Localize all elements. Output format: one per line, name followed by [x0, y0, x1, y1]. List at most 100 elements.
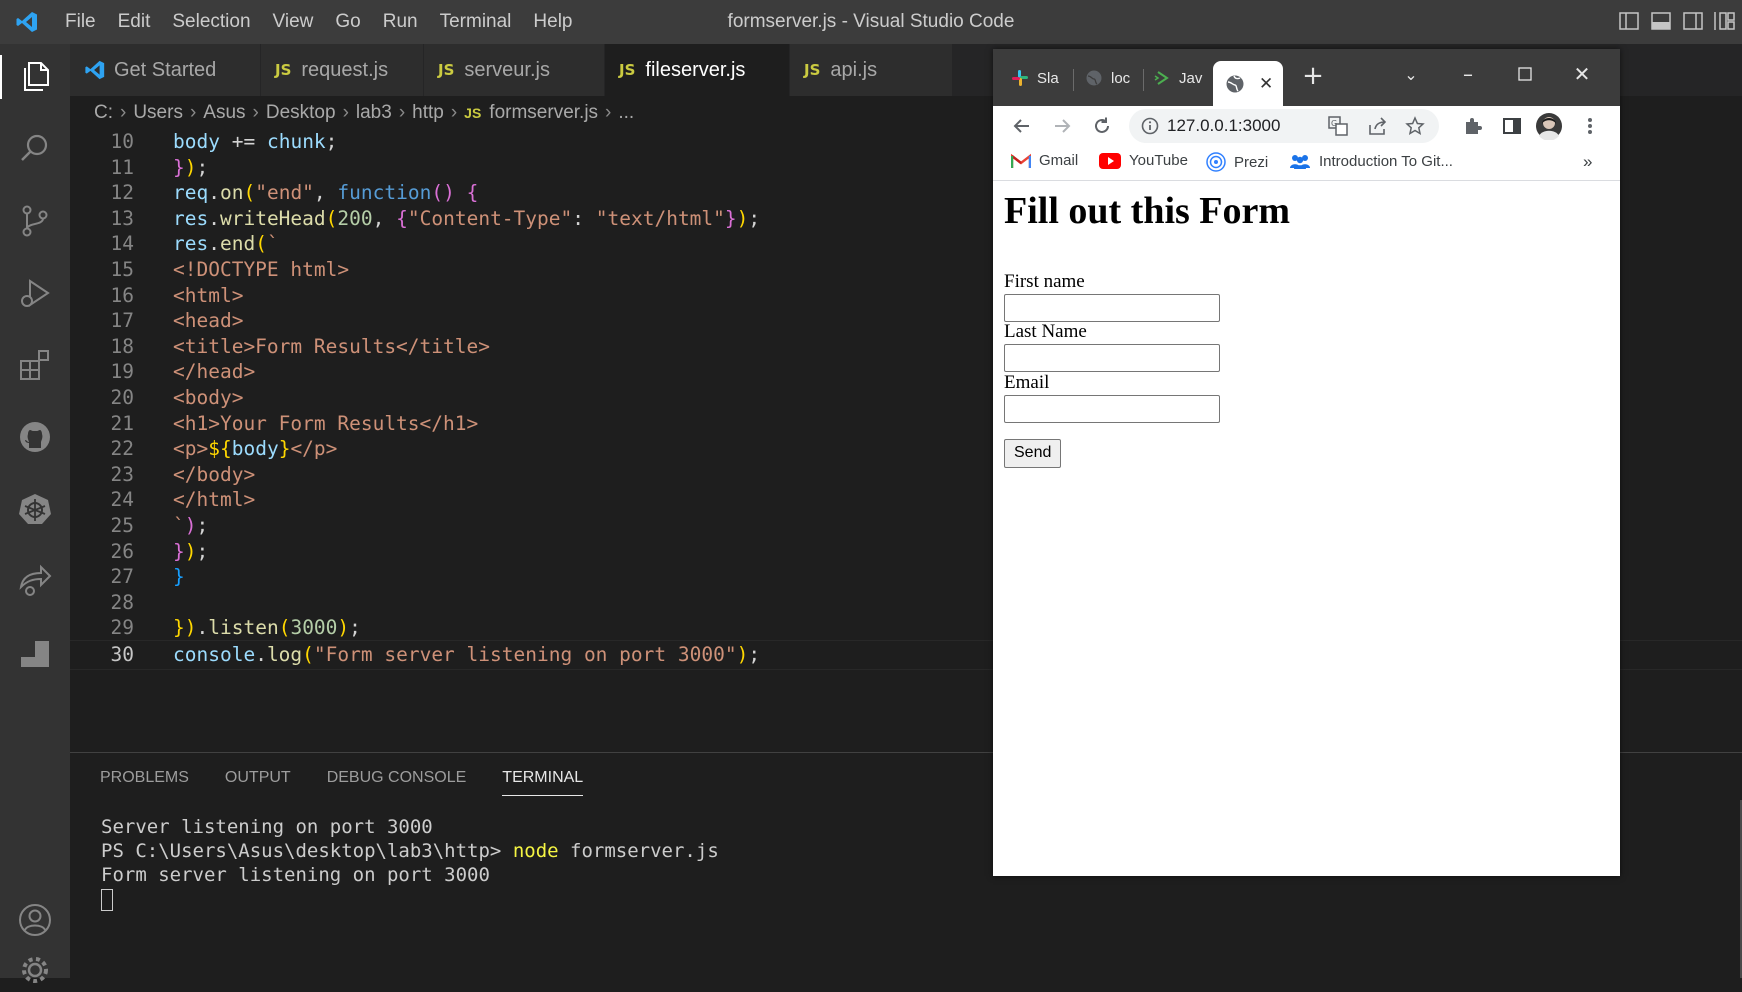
last-name-input[interactable] — [1004, 344, 1220, 372]
breadcrumb-item[interactable]: ... — [618, 102, 634, 124]
translate-icon[interactable]: G — [1327, 115, 1349, 137]
terminal-prompt: PS C:\Users\Asus\desktop\lab3\http> — [101, 840, 502, 862]
forward-arrow-icon[interactable] — [1048, 112, 1076, 140]
back-arrow-icon[interactable] — [1008, 112, 1036, 140]
play-icon — [1153, 69, 1171, 87]
close-tab-icon[interactable]: ✕ — [1259, 74, 1273, 94]
browser-tab-active[interactable]: ✕ — [1213, 61, 1283, 106]
chevron-right-icon: › — [398, 102, 406, 123]
line-number: 22 — [110, 437, 134, 461]
tab-terminal[interactable]: TERMINAL — [502, 769, 584, 796]
address-bar[interactable]: 127.0.0.1:3000 G — [1129, 109, 1439, 143]
vscode-logo-icon — [0, 0, 54, 44]
tab-debug-console[interactable]: DEBUG CONSOLE — [327, 769, 467, 796]
new-tab-button[interactable]: + — [1293, 61, 1333, 91]
manage-gear-icon[interactable] — [13, 948, 57, 992]
breadcrumb-item[interactable]: Desktop — [266, 102, 336, 124]
line-number: 23 — [110, 462, 134, 486]
extensions-icon[interactable] — [13, 343, 57, 387]
breadcrumb-item[interactable]: C: — [94, 102, 113, 124]
browser-toolbar: 127.0.0.1:3000 G — [993, 106, 1620, 146]
email-input[interactable] — [1004, 395, 1220, 423]
browser-tab-slack[interactable]: Sla — [1011, 59, 1059, 97]
terminal-line: PS C:\Users\Asus\desktop\lab3\http> node… — [101, 839, 719, 863]
menu-run[interactable]: Run — [372, 0, 429, 44]
line-number: 27 — [110, 565, 134, 589]
more-vert-icon[interactable] — [1576, 112, 1604, 140]
bookmark-gmail[interactable]: Gmail — [1011, 152, 1078, 169]
toggle-secondary-sidebar-icon[interactable] — [1682, 10, 1704, 32]
breadcrumb-item[interactable]: formserver.js — [489, 102, 598, 124]
menu-terminal[interactable]: Terminal — [429, 0, 523, 44]
avatar[interactable] — [1535, 112, 1563, 140]
browser-tab-label: Sla — [1037, 69, 1059, 87]
code-text: <head> — [173, 309, 244, 333]
breadcrumb-item[interactable]: http — [412, 102, 444, 124]
menu-go[interactable]: Go — [324, 0, 371, 44]
remote-explorer-icon[interactable] — [13, 631, 57, 675]
bookmark-prezi[interactable]: Prezi — [1206, 152, 1268, 172]
tab-output[interactable]: OUTPUT — [225, 769, 291, 796]
globe-icon — [1225, 74, 1245, 94]
code-text: <p>${body}</p> — [173, 437, 338, 461]
toggle-panel-icon[interactable] — [1650, 10, 1672, 32]
terminal-cursor — [101, 888, 113, 911]
first-name-input[interactable] — [1004, 294, 1220, 322]
menu-help[interactable]: Help — [522, 0, 583, 44]
terminal-command: node — [512, 840, 559, 862]
browser-tab-localhost[interactable]: loc — [1085, 59, 1130, 97]
tab-serveur-js[interactable]: JS serveur.js — [424, 44, 605, 96]
chevron-right-icon: › — [605, 102, 612, 123]
minimize-button[interactable]: – — [1448, 59, 1488, 89]
send-button[interactable]: Send — [1004, 439, 1062, 468]
code-text: req.on("end", function() { — [173, 181, 479, 205]
line-number: 30 — [110, 643, 134, 666]
menu-file[interactable]: File — [54, 0, 107, 44]
github-icon[interactable] — [13, 415, 57, 459]
live-share-icon[interactable] — [13, 559, 57, 603]
tab-label: Get Started — [114, 58, 217, 81]
bookmarks-overflow-button[interactable]: » — [1583, 152, 1592, 172]
menu-view[interactable]: View — [262, 0, 325, 44]
side-panel-icon[interactable] — [1498, 112, 1526, 140]
source-control-icon[interactable] — [13, 199, 57, 243]
browser-window: Sla loc Jav ✕ + ⌄ – ✕ 127.0.0.1:3000 G G… — [993, 49, 1620, 876]
menu-selection[interactable]: Selection — [161, 0, 261, 44]
reload-icon[interactable] — [1088, 112, 1116, 140]
bookmark-label: YouTube — [1129, 152, 1188, 169]
tab-search-chevron-icon[interactable]: ⌄ — [1391, 59, 1431, 89]
run-debug-icon[interactable] — [13, 271, 57, 315]
browser-tab-java[interactable]: Jav — [1153, 59, 1202, 97]
site-info-icon[interactable] — [1141, 117, 1159, 135]
tab-api-js[interactable]: JS api.js — [790, 44, 953, 96]
explorer-icon[interactable] — [0, 55, 72, 99]
tab-get-started[interactable]: Get Started — [70, 44, 261, 96]
code-text: </html> — [173, 488, 256, 512]
bookmark-introduction-to-git[interactable]: Introduction To Git... — [1289, 152, 1453, 170]
bookmark-youtube[interactable]: YouTube — [1099, 152, 1188, 169]
tab-request-js[interactable]: JS request.js — [261, 44, 424, 96]
bookmarks-bar: Gmail YouTube Prezi Introduction To Git.… — [993, 146, 1620, 181]
customize-layout-icon[interactable] — [1714, 10, 1736, 32]
toggle-sidebar-icon[interactable] — [1618, 10, 1640, 32]
gmail-icon — [1011, 153, 1031, 169]
breadcrumb-item[interactable]: lab3 — [356, 102, 392, 124]
line-number: 20 — [110, 386, 134, 409]
terminal-output[interactable]: Server listening on port 3000 PS C:\User… — [101, 815, 719, 911]
tab-problems[interactable]: PROBLEMS — [100, 769, 189, 796]
chevron-right-icon: › — [342, 102, 349, 123]
breadcrumb-item[interactable]: Asus — [203, 102, 245, 124]
search-icon[interactable] — [13, 127, 57, 171]
breadcrumb-item[interactable]: Users — [133, 102, 183, 124]
tab-fileserver-js[interactable]: JS fileserver.js — [605, 44, 790, 96]
maximize-button[interactable] — [1505, 59, 1545, 89]
line-number: 16 — [110, 283, 134, 307]
close-window-button[interactable]: ✕ — [1562, 59, 1602, 89]
share-icon[interactable] — [1367, 115, 1389, 137]
menu-edit[interactable]: Edit — [107, 0, 162, 44]
accounts-icon[interactable] — [13, 898, 57, 942]
bookmark-label: Prezi — [1234, 153, 1269, 171]
extensions-puzzle-icon[interactable] — [1459, 112, 1487, 140]
bookmark-star-icon[interactable] — [1405, 116, 1425, 136]
kubernetes-icon[interactable] — [13, 487, 57, 531]
